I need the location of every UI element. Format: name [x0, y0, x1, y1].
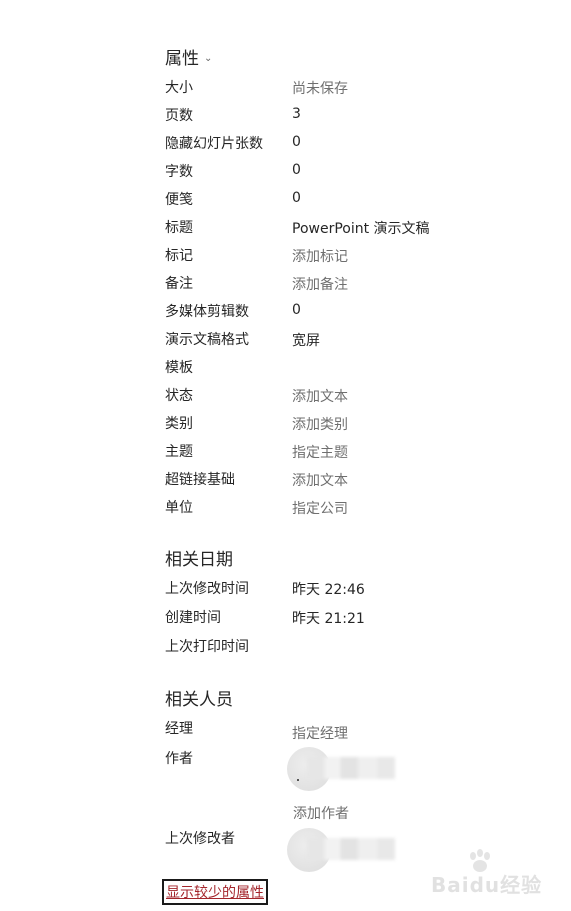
prop-value-category[interactable]: 添加类别: [292, 414, 348, 434]
watermark-text: Baidu经验: [431, 873, 543, 897]
prop-label: 字数: [165, 164, 193, 180]
prop-label: 类别: [165, 416, 193, 432]
prop-row-pages: 页数 3: [165, 105, 565, 131]
prop-row-comments: 备注 添加备注: [165, 273, 565, 299]
prop-label: 备注: [165, 276, 193, 292]
author-label: 作者: [165, 751, 193, 767]
show-fewer-properties-link[interactable]: 显示较少的属性: [162, 879, 268, 905]
prop-row-template: 模板: [165, 357, 565, 383]
prop-value-title[interactable]: PowerPoint 演示文稿: [292, 218, 430, 238]
prop-value-hidden-slides: 0: [292, 134, 301, 150]
properties-heading[interactable]: 属性 ⌄: [165, 44, 212, 69]
related-people-heading: 相关人员: [165, 690, 233, 710]
prop-value-format: 宽屏: [292, 333, 320, 349]
date-label: 上次修改时间: [165, 581, 249, 597]
date-value-created: 昨天 21:21: [292, 611, 365, 627]
date-row-created: 创建时间 昨天 21:21: [165, 607, 565, 633]
date-value-modified: 昨天 22:46: [292, 582, 365, 598]
prop-label: 主题: [165, 444, 193, 460]
prop-value-tags[interactable]: 添加标记: [292, 246, 348, 266]
prop-value-pages: 3: [292, 106, 301, 122]
prop-value-words: 0: [292, 162, 301, 178]
prop-value-company[interactable]: 指定公司: [292, 498, 348, 518]
prop-label: 大小: [165, 80, 193, 96]
prop-value-notes: 0: [292, 190, 301, 206]
related-dates-heading: 相关日期: [165, 550, 233, 570]
prop-row-words: 字数 0: [165, 161, 565, 187]
prop-label: 标记: [165, 248, 193, 264]
prop-label: 超链接基础: [165, 472, 235, 488]
author-person[interactable]: [287, 747, 397, 791]
prop-row-status: 状态 添加文本: [165, 385, 565, 411]
add-author-link[interactable]: 添加作者: [293, 803, 349, 823]
author-presence-dot: [297, 779, 299, 781]
prop-row-subject: 主题 指定主题: [165, 441, 565, 467]
prop-value-status[interactable]: 添加文本: [292, 386, 348, 406]
properties-heading-label: 属性: [165, 49, 199, 69]
prop-row-title: 标题 PowerPoint 演示文稿: [165, 217, 565, 243]
prop-label: 模板: [165, 360, 193, 376]
prop-label: 单位: [165, 500, 193, 516]
prop-label: 便笺: [165, 192, 193, 208]
prop-label: 页数: [165, 108, 193, 124]
date-label: 上次打印时间: [165, 639, 249, 655]
last-modified-by-name-redacted: [307, 838, 395, 860]
prop-row-multimedia: 多媒体剪辑数 0: [165, 301, 565, 327]
prop-row-company: 单位 指定公司: [165, 497, 565, 523]
prop-label: 多媒体剪辑数: [165, 304, 249, 320]
prop-value-multimedia: 0: [292, 302, 301, 318]
manager-value[interactable]: 指定经理: [292, 723, 348, 743]
prop-row-category: 类别 添加类别: [165, 413, 565, 439]
properties-panel: 属性 ⌄ 大小 尚未保存 页数 3 隐藏幻灯片张数 0 字数 0 便笺 0 标题 …: [162, 0, 565, 911]
prop-label: 演示文稿格式: [165, 332, 249, 348]
prop-row-notes: 便笺 0: [165, 189, 565, 215]
prop-value-hyperlink-base[interactable]: 添加文本: [292, 470, 348, 490]
last-modified-by-person[interactable]: [287, 828, 397, 872]
author-name-redacted: [307, 757, 395, 779]
prop-row-format: 演示文稿格式 宽屏: [165, 329, 565, 355]
manager-label: 经理: [165, 721, 193, 737]
people-row-manager: 经理 指定经理: [165, 718, 565, 744]
prop-label: 隐藏幻灯片张数: [165, 136, 263, 152]
prop-row-tags: 标记 添加标记: [165, 245, 565, 271]
prop-label: 标题: [165, 220, 193, 236]
date-label: 创建时间: [165, 610, 221, 626]
prop-row-size: 大小 尚未保存: [165, 77, 565, 103]
prop-value-size: 尚未保存: [292, 81, 348, 97]
prop-row-hidden-slides: 隐藏幻灯片张数 0: [165, 133, 565, 159]
date-row-printed: 上次打印时间: [165, 636, 565, 662]
prop-value-comments[interactable]: 添加备注: [292, 274, 348, 294]
date-row-modified: 上次修改时间 昨天 22:46: [165, 578, 565, 604]
chevron-down-icon[interactable]: ⌄: [204, 53, 212, 64]
prop-value-subject[interactable]: 指定主题: [292, 442, 348, 462]
prop-label: 状态: [165, 388, 193, 404]
baidu-watermark: Baidu经验: [431, 847, 541, 897]
last-modified-by-label: 上次修改者: [165, 831, 235, 847]
prop-row-hyperlink-base: 超链接基础 添加文本: [165, 469, 565, 495]
